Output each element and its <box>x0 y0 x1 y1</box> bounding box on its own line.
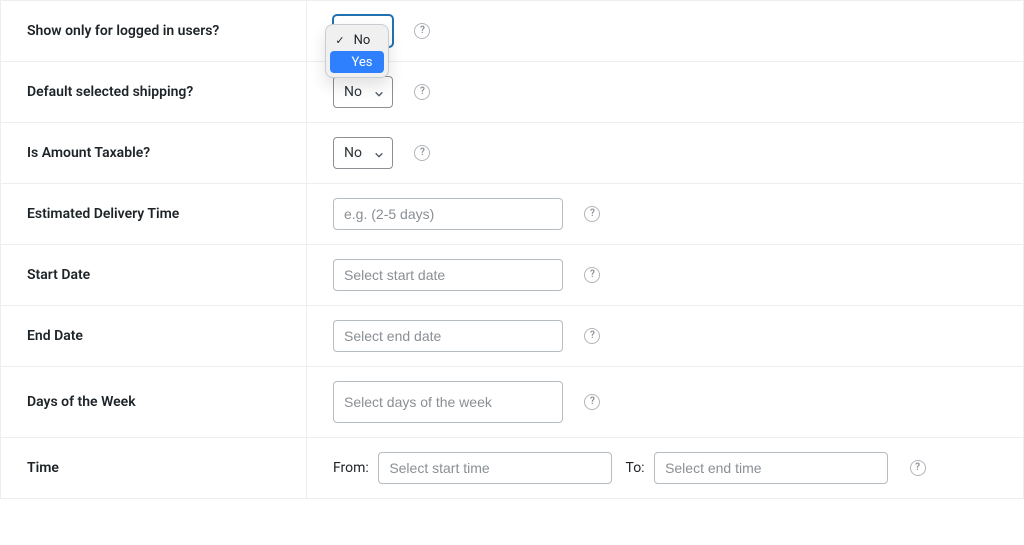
field-time: From: To: ? <box>307 438 1024 499</box>
label-default-selected-shipping: Default selected shipping? <box>1 62 307 123</box>
field-end-date: ? <box>307 306 1024 367</box>
label-logged-in-users: Show only for logged in users? <box>1 1 307 62</box>
help-icon[interactable]: ? <box>414 145 430 161</box>
help-icon[interactable]: ? <box>584 328 600 344</box>
dropdown-option-no-label: No <box>346 33 378 48</box>
input-start-date[interactable] <box>333 259 563 291</box>
select-default-selected-shipping-value: No <box>344 84 362 100</box>
settings-form: Show only for logged in users? No ? Defa… <box>0 0 1024 499</box>
dropdown-logged-in-users[interactable]: ✓ No Yes <box>325 24 389 78</box>
input-days-of-week[interactable] <box>333 381 563 423</box>
row-days-of-week: Days of the Week ? <box>1 367 1024 438</box>
field-amount-taxable: No ? <box>307 123 1024 184</box>
field-start-date: ? <box>307 245 1024 306</box>
input-estimated-delivery-time[interactable] <box>333 198 563 230</box>
row-start-date: Start Date ? <box>1 245 1024 306</box>
label-time: Time <box>1 438 307 499</box>
input-time-to[interactable] <box>654 452 888 484</box>
form-table: Show only for logged in users? No ? Defa… <box>0 0 1024 499</box>
dropdown-option-yes-label: Yes <box>346 55 378 70</box>
select-amount-taxable[interactable]: No <box>333 137 393 169</box>
help-icon[interactable]: ? <box>910 460 926 476</box>
label-estimated-delivery-time: Estimated Delivery Time <box>1 184 307 245</box>
dropdown-option-no[interactable]: ✓ No <box>330 29 384 51</box>
check-icon: ✓ <box>334 34 346 47</box>
dropdown-option-yes[interactable]: Yes <box>330 51 384 73</box>
help-icon[interactable]: ? <box>584 206 600 222</box>
row-time: Time From: To: ? <box>1 438 1024 499</box>
select-default-selected-shipping[interactable]: No <box>333 76 393 108</box>
row-estimated-delivery-time: Estimated Delivery Time ? <box>1 184 1024 245</box>
field-estimated-delivery-time: ? <box>307 184 1024 245</box>
help-icon[interactable]: ? <box>414 23 430 39</box>
help-icon[interactable]: ? <box>584 394 600 410</box>
label-start-date: Start Date <box>1 245 307 306</box>
label-days-of-week: Days of the Week <box>1 367 307 438</box>
label-amount-taxable: Is Amount Taxable? <box>1 123 307 184</box>
help-icon[interactable]: ? <box>414 84 430 100</box>
field-logged-in-users: No ? <box>307 1 1024 62</box>
chevron-down-icon <box>374 87 384 97</box>
row-logged-in-users: Show only for logged in users? No ? <box>1 1 1024 62</box>
chevron-down-icon <box>374 148 384 158</box>
help-icon[interactable]: ? <box>584 267 600 283</box>
row-default-selected-shipping: Default selected shipping? No ? <box>1 62 1024 123</box>
label-end-date: End Date <box>1 306 307 367</box>
field-days-of-week: ? <box>307 367 1024 438</box>
row-amount-taxable: Is Amount Taxable? No ? <box>1 123 1024 184</box>
select-amount-taxable-value: No <box>344 145 362 161</box>
row-end-date: End Date ? <box>1 306 1024 367</box>
time-to-label: To: <box>626 460 645 476</box>
time-from-label: From: <box>333 460 369 476</box>
input-time-from[interactable] <box>378 452 612 484</box>
field-default-selected-shipping: No ? <box>307 62 1024 123</box>
input-end-date[interactable] <box>333 320 563 352</box>
